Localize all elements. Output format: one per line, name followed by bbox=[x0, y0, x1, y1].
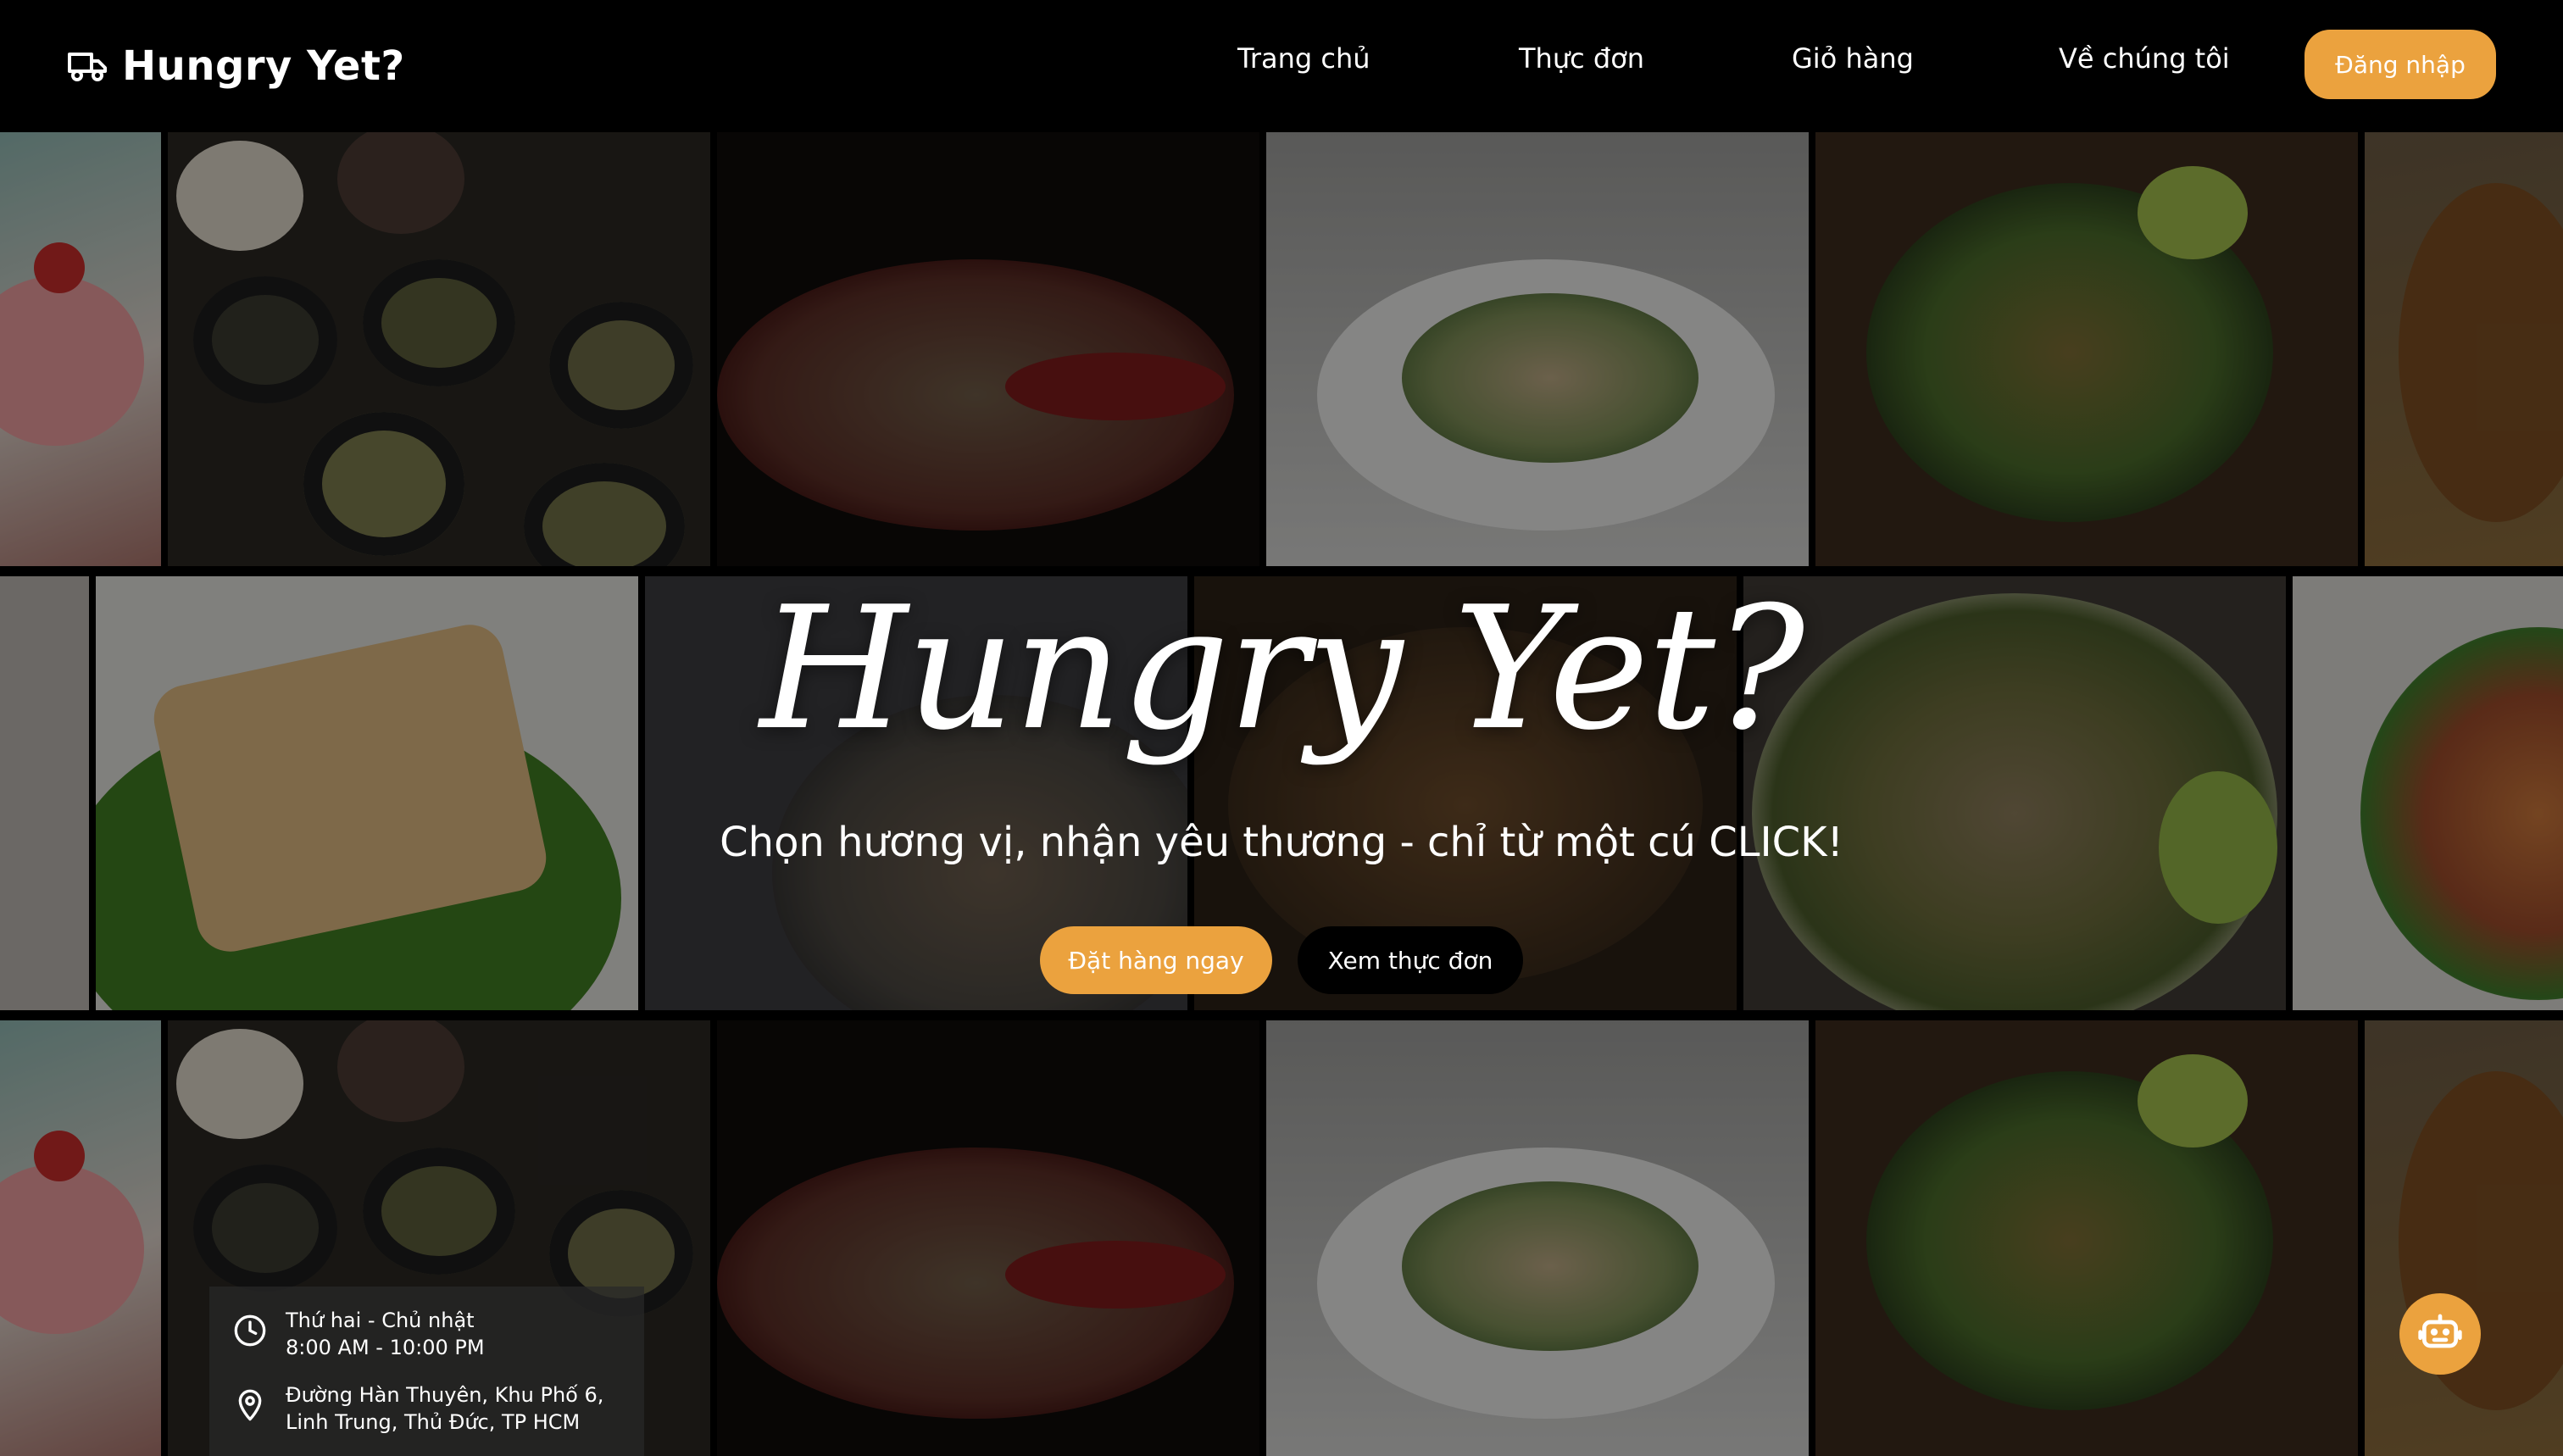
chatbot-icon bbox=[2418, 1314, 2462, 1348]
hours-time: 8:00 AM - 10:00 PM bbox=[286, 1336, 485, 1359]
food-photo-cake bbox=[0, 132, 161, 566]
food-photo-cake bbox=[0, 1020, 161, 1456]
food-photo-mosaic bbox=[0, 132, 2563, 1456]
food-photo-herb-noodles bbox=[1815, 132, 2358, 566]
brand-name: Hungry Yet? bbox=[122, 42, 405, 90]
food-photo-grilled-meat bbox=[2365, 1020, 2563, 1456]
view-menu-button[interactable]: Xem thực đơn bbox=[1298, 926, 1523, 994]
clock-icon bbox=[234, 1314, 266, 1347]
address-line-2: Linh Trung, Thủ Đức, TP HCM bbox=[286, 1410, 581, 1434]
food-photo-grilled-meat bbox=[2365, 132, 2563, 566]
hero-subtitle: Chọn hương vị, nhận yêu thương - chỉ từ … bbox=[720, 819, 1843, 866]
chatbot-button[interactable] bbox=[2399, 1293, 2481, 1375]
food-photo-egg-cakes bbox=[168, 132, 710, 566]
food-photo-noodle-bowl bbox=[717, 1020, 1259, 1456]
location-pin-icon bbox=[238, 1389, 262, 1421]
food-photo-noodle-bowl bbox=[717, 132, 1259, 566]
hero-title: Hungry Yet? bbox=[759, 570, 1805, 768]
store-address: Đường Hàn Thuyên, Khu Phố 6, Linh Trung,… bbox=[233, 1381, 603, 1436]
delivery-truck-icon bbox=[68, 53, 107, 81]
nav-about[interactable]: Về chúng tôi bbox=[2059, 42, 2230, 75]
top-nav-bar: Hungry Yet? Trang chủ Thực đơn Giỏ hàng … bbox=[0, 0, 2563, 132]
food-photo-papaya-salad bbox=[1266, 132, 1809, 566]
food-photo-herb-noodles bbox=[1815, 1020, 2358, 1456]
address-line-1: Đường Hàn Thuyên, Khu Phố 6, bbox=[286, 1383, 604, 1407]
hours-days: Thứ hai - Chủ nhật bbox=[286, 1309, 475, 1332]
nav-cart[interactable]: Giỏ hàng bbox=[1792, 42, 1914, 75]
order-now-button[interactable]: Đặt hàng ngay bbox=[1040, 926, 1272, 994]
opening-hours: Thứ hai - Chủ nhật 8:00 AM - 10:00 PM bbox=[233, 1307, 485, 1361]
store-info-card: Thứ hai - Chủ nhật 8:00 AM - 10:00 PM Đư… bbox=[209, 1287, 644, 1456]
nav-home[interactable]: Trang chủ bbox=[1237, 42, 1370, 75]
login-button[interactable]: Đăng nhập bbox=[2304, 30, 2496, 99]
food-photo-papaya-salad bbox=[1266, 1020, 1809, 1456]
nav-menu[interactable]: Thực đơn bbox=[1519, 42, 1644, 75]
brand-logo[interactable]: Hungry Yet? bbox=[68, 37, 405, 95]
